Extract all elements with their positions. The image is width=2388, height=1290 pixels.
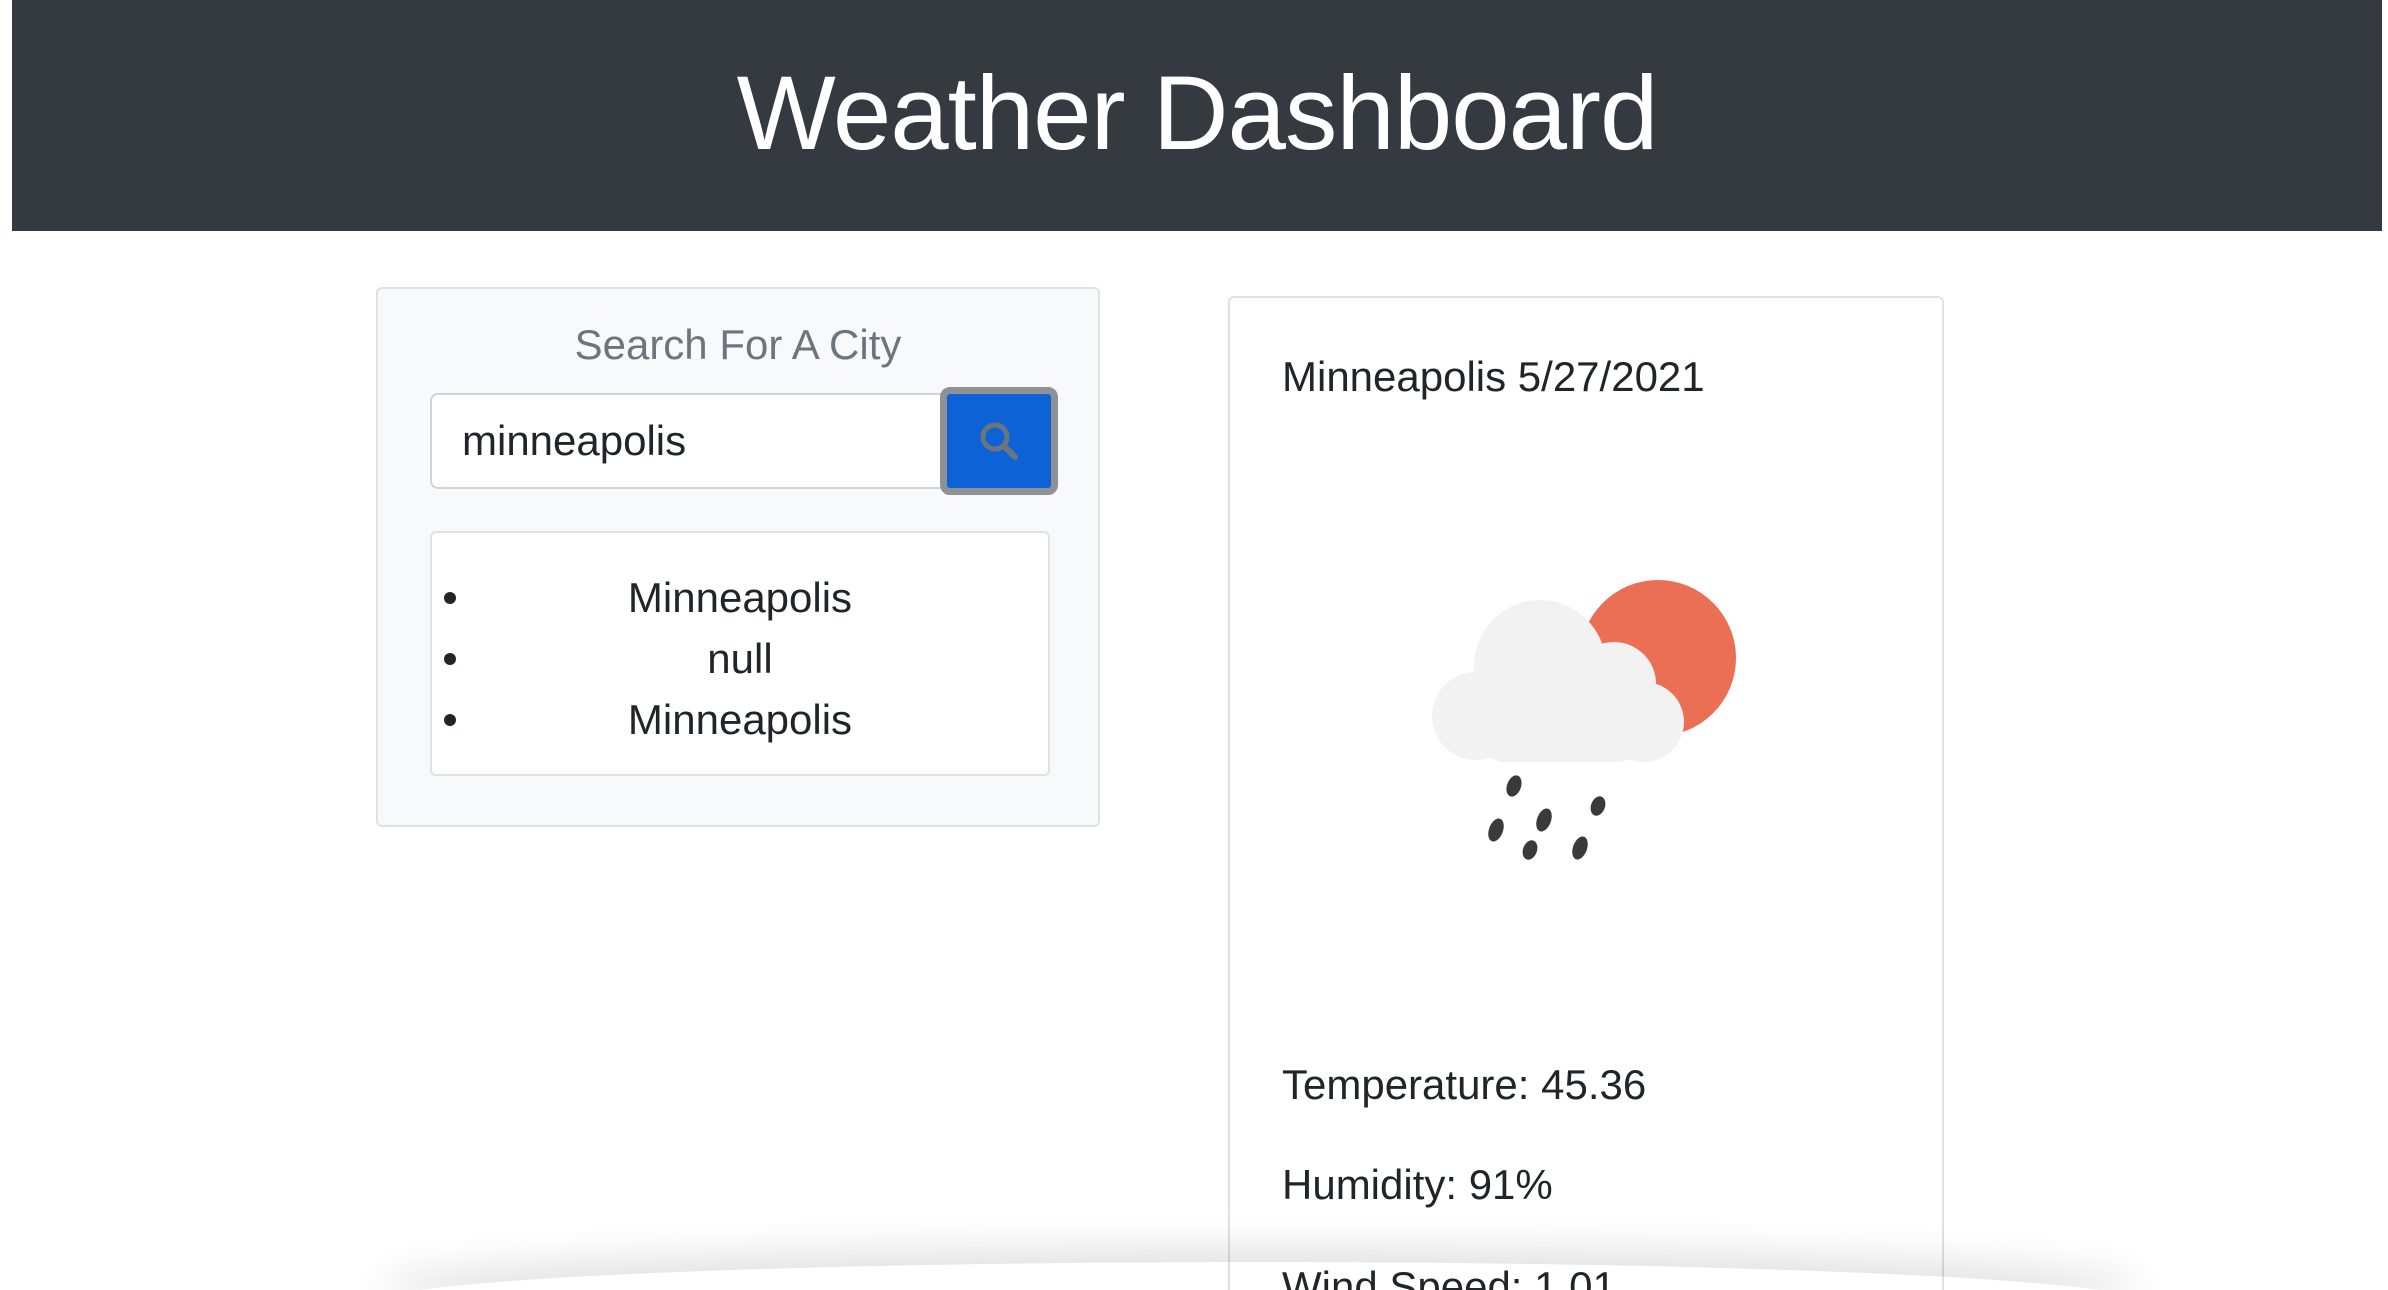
city-search-input[interactable]	[430, 393, 950, 489]
rain-cloud-sun-icon	[1432, 580, 1736, 860]
history-item[interactable]: Minneapolis	[432, 567, 1048, 628]
history-item[interactable]: Minneapolis	[432, 689, 1048, 750]
history-item-label: null	[707, 635, 773, 682]
history-list: Minneapolis null Minneapolis	[432, 567, 1048, 750]
temperature-value: Temperature: 45.36	[1282, 1061, 1647, 1108]
wind-speed-value: Wind Speed: 1.01	[1282, 1263, 1616, 1290]
page-title: Weather Dashboard	[736, 54, 1659, 172]
site-header: Weather Dashboard	[12, 0, 2382, 231]
bullet	[444, 714, 456, 726]
city-date-heading: Minneapolis 5/27/2021	[1282, 353, 1705, 400]
history-item-label: Minneapolis	[627, 696, 853, 743]
current-weather-panel: Minneapolis 5/27/2021 Temperature: 45.36…	[1228, 296, 1944, 1290]
search-title: Search For A City	[574, 321, 902, 368]
search-history: Minneapolis null Minneapolis	[430, 531, 1050, 776]
bullet	[444, 592, 456, 604]
search-button[interactable]	[940, 387, 1058, 495]
search-panel: Search For A City Minneapolis null	[376, 287, 1100, 827]
bullet	[444, 653, 456, 665]
history-item-label: Minneapolis	[627, 574, 853, 621]
history-item[interactable]: null	[432, 628, 1048, 689]
search-icon	[980, 422, 1018, 460]
humidity-value: Humidity: 91%	[1282, 1161, 1553, 1208]
page: Weather Dashboard Search For A City Minn…	[0, 0, 2388, 1290]
